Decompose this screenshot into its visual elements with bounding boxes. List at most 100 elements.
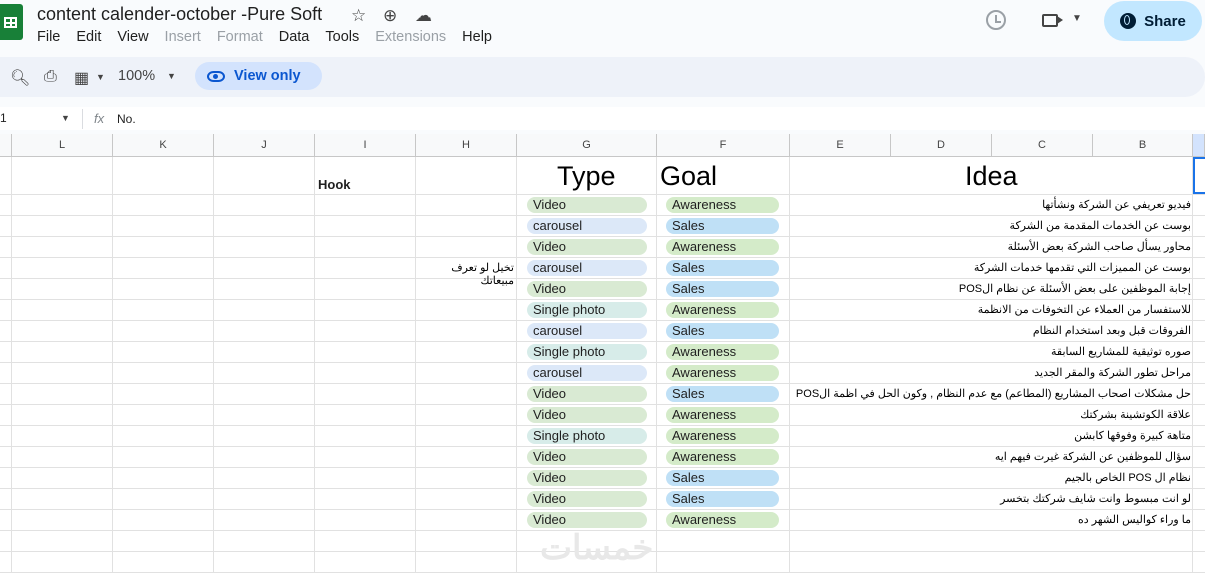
search-icon[interactable]: 🔍︎ <box>10 68 30 88</box>
idea-cell[interactable]: حل مشكلات اصحاب المشاريع (المطاعم) مع عد… <box>796 387 1191 400</box>
column-header-k[interactable]: K <box>113 134 214 157</box>
type-chip[interactable]: Video <box>527 512 647 528</box>
menu-item-view[interactable]: View <box>117 29 148 45</box>
hook-header: Hook <box>318 177 351 192</box>
zoom-select[interactable]: 100% <box>118 68 155 84</box>
goal-chip[interactable]: Sales <box>666 281 779 297</box>
chevron-down-icon[interactable]: ▼ <box>61 113 70 123</box>
chevron-down-icon[interactable]: ▼ <box>1072 13 1082 24</box>
document-title[interactable]: content calender-october -Pure Soft <box>37 4 322 25</box>
idea-cell[interactable]: متاهة كبيرة وفوقها كابشن <box>1074 429 1191 442</box>
goal-chip[interactable]: Sales <box>666 386 779 402</box>
column-header-a[interactable] <box>1193 134 1205 157</box>
idea-cell[interactable]: فيديو تعريفي عن الشركة ونشأتها <box>1042 198 1191 211</box>
type-chip[interactable]: carousel <box>527 365 647 381</box>
name-box[interactable]: 1 <box>0 111 7 125</box>
type-chip[interactable]: Video <box>527 491 647 507</box>
type-chip[interactable]: Video <box>527 407 647 423</box>
type-chip[interactable]: Video <box>527 281 647 297</box>
sheets-logo-icon[interactable] <box>0 4 23 40</box>
type-chip[interactable]: Single photo <box>527 428 647 444</box>
select-all-corner[interactable] <box>0 134 12 157</box>
menu-bar: File Edit View Insert Format Data Tools Extensi… <box>37 29 508 45</box>
chevron-down-icon[interactable]: ▼ <box>96 72 105 82</box>
type-chip[interactable]: Video <box>527 449 647 465</box>
globe-icon <box>1120 13 1137 29</box>
idea-cell[interactable]: بوست عن المميزات التي تقدمها خدمات الشرك… <box>974 261 1191 274</box>
type-chip[interactable]: Single photo <box>527 344 647 360</box>
type-chip[interactable]: carousel <box>527 323 647 339</box>
idea-cell[interactable]: علاقة الكوتشينة بشركتك <box>1080 408 1191 421</box>
grid-hline <box>0 425 1205 426</box>
goal-chip[interactable]: Sales <box>666 491 779 507</box>
toolbar <box>0 57 1205 97</box>
print-icon[interactable]: ⎙ <box>44 68 57 86</box>
hook-cell[interactable]: تخيل لو تعرف مبيعاتك <box>416 261 514 287</box>
chevron-down-icon[interactable]: ▼ <box>167 71 176 81</box>
goal-chip[interactable]: Awareness <box>666 197 779 213</box>
goal-chip[interactable]: Sales <box>666 470 779 486</box>
meet-video-icon[interactable] <box>1042 14 1063 27</box>
column-header-e[interactable]: E <box>790 134 891 157</box>
idea-cell[interactable]: الفروقات قبل وبعد استخدام النظام <box>1033 324 1191 337</box>
menu-item-format[interactable]: Format <box>217 29 263 45</box>
idea-cell[interactable]: بوست عن الخدمات المقدمة من الشركة <box>1010 219 1191 232</box>
idea-cell[interactable]: صوره توثيقية للمشاريع السابقة <box>1051 345 1191 358</box>
idea-cell[interactable]: سؤال للموظفين عن الشركة غيرت فيهم ايه <box>995 450 1191 463</box>
view-mode-icon[interactable]: ▦ <box>74 68 89 88</box>
column-header-f[interactable]: F <box>657 134 790 157</box>
column-header-h[interactable]: H <box>416 134 517 157</box>
formula-input[interactable]: No. <box>117 112 136 126</box>
menu-item-extensions[interactable]: Extensions <box>375 29 446 45</box>
share-button[interactable]: Share <box>1104 1 1202 41</box>
column-header-b[interactable]: B <box>1093 134 1193 157</box>
goal-chip[interactable]: Awareness <box>666 407 779 423</box>
column-header-c[interactable]: C <box>992 134 1093 157</box>
type-chip[interactable]: Video <box>527 470 647 486</box>
menu-item-file[interactable]: File <box>37 29 60 45</box>
goal-chip[interactable]: Awareness <box>666 428 779 444</box>
idea-cell[interactable]: محاور يسأل صاحب الشركة بعض الأسئلة <box>1008 240 1191 253</box>
goal-chip[interactable]: Sales <box>666 323 779 339</box>
goal-chip[interactable]: Sales <box>666 218 779 234</box>
menu-item-insert[interactable]: Insert <box>165 29 201 45</box>
idea-cell[interactable]: للاستفسار من العملاء عن التخوفات من الان… <box>978 303 1191 316</box>
type-chip[interactable]: carousel <box>527 260 647 276</box>
goal-chip[interactable]: Awareness <box>666 302 779 318</box>
menu-item-tools[interactable]: Tools <box>325 29 359 45</box>
version-history-icon[interactable] <box>986 10 1006 30</box>
type-chip[interactable]: Video <box>527 386 647 402</box>
grid-hline <box>0 320 1205 321</box>
page-edge <box>1205 0 1227 573</box>
type-chip[interactable]: carousel <box>527 218 647 234</box>
column-header-g[interactable]: G <box>517 134 657 157</box>
selected-cell[interactable] <box>1193 157 1205 194</box>
idea-cell[interactable]: لو انت مبسوط وانت شايف شركتك بتخسر <box>1000 492 1191 505</box>
goal-chip[interactable]: Awareness <box>666 449 779 465</box>
star-icon[interactable]: ☆ <box>351 6 366 26</box>
goal-chip[interactable]: Awareness <box>666 512 779 528</box>
menu-item-help[interactable]: Help <box>462 29 492 45</box>
column-header-d[interactable]: D <box>891 134 992 157</box>
type-chip[interactable]: Single photo <box>527 302 647 318</box>
type-chip[interactable]: Video <box>527 239 647 255</box>
grid-vline <box>11 157 12 573</box>
goal-chip[interactable]: Sales <box>666 260 779 276</box>
column-header-i[interactable]: I <box>315 134 416 157</box>
idea-cell[interactable]: ما وراء كواليس الشهر ده <box>1078 513 1191 526</box>
idea-cell[interactable]: إجابة الموظفين على بعض الأسئلة عن نظام ا… <box>959 282 1191 295</box>
goal-chip[interactable]: Awareness <box>666 365 779 381</box>
goal-chip[interactable]: Awareness <box>666 344 779 360</box>
column-header-l[interactable]: L <box>12 134 113 157</box>
goal-chip[interactable]: Awareness <box>666 239 779 255</box>
idea-cell[interactable]: مراحل تطور الشركة والمقر الجديد <box>1034 366 1191 379</box>
type-chip[interactable]: Video <box>527 197 647 213</box>
cloud-status-icon[interactable]: ☁ <box>415 6 432 26</box>
column-header-j[interactable]: J <box>214 134 315 157</box>
move-to-folder-icon[interactable]: ⊕ <box>383 6 397 26</box>
view-only-button[interactable]: View only <box>195 62 322 90</box>
menu-item-edit[interactable]: Edit <box>76 29 101 45</box>
menu-item-data[interactable]: Data <box>279 29 310 45</box>
grid-hline <box>0 362 1205 363</box>
idea-cell[interactable]: نظام ال POS الخاص بالجيم <box>1065 471 1191 484</box>
